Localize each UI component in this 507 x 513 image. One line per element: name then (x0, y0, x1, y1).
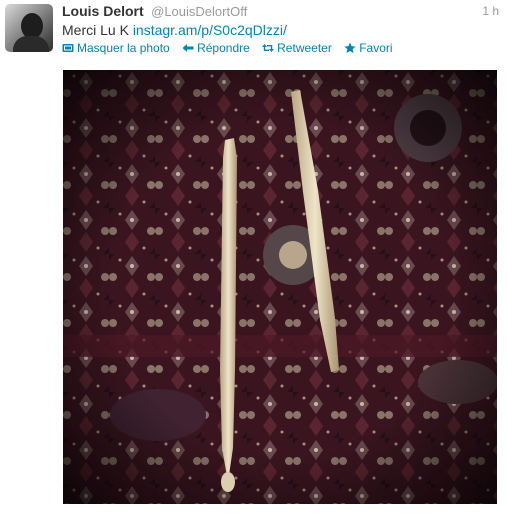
tweet-time[interactable]: 1 h (482, 4, 499, 18)
favorite-button[interactable]: Favori (344, 41, 393, 55)
photo-vignette (63, 70, 497, 504)
tweet-photo[interactable] (63, 70, 497, 504)
photo-icon (62, 44, 74, 52)
author-name[interactable]: Louis Delort (62, 3, 144, 19)
tweet-text-prefix: Merci Lu K (62, 22, 133, 38)
hide-photo-button[interactable]: Masquer la photo (62, 41, 170, 55)
drumstick-left-tip (221, 472, 235, 492)
tweet-text: Merci Lu K instagr.am/p/S0c2qDlzzi/ (62, 22, 287, 38)
tweet: Louis Delort @LouisDelortOff 1 h Merci L… (0, 0, 507, 513)
retweet-label: Retweeter (277, 41, 332, 55)
author-handle[interactable]: @LouisDelortOff (151, 4, 247, 19)
reply-icon (182, 44, 194, 52)
reply-label: Répondre (197, 41, 250, 55)
retweet-icon (262, 44, 275, 52)
tweet-link[interactable]: instagr.am/p/S0c2qDlzzi/ (133, 22, 287, 38)
reply-button[interactable]: Répondre (182, 41, 250, 55)
star-icon (344, 42, 356, 54)
retweet-button[interactable]: Retweeter (262, 41, 332, 55)
hide-photo-label: Masquer la photo (77, 41, 170, 55)
photo-content (63, 70, 497, 504)
tweet-header: Louis Delort @LouisDelortOff 1 h (62, 3, 499, 21)
tweet-actions: Masquer la photo Répondre Retweeter Favo… (62, 41, 402, 55)
avatar-body (13, 36, 49, 52)
favorite-label: Favori (359, 41, 393, 55)
avatar[interactable] (5, 4, 53, 52)
